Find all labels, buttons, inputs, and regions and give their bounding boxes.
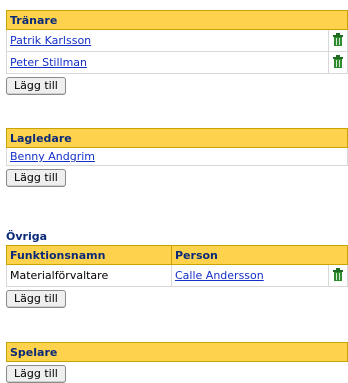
person-link[interactable]: Calle Andersson <box>175 269 264 282</box>
coaches-header: Tränare <box>6 10 348 30</box>
trash-icon[interactable] <box>332 267 344 284</box>
table-row: Benny Andgrim <box>6 147 348 166</box>
players-section: Spelare Lägg till <box>6 342 348 383</box>
add-player-button[interactable]: Lägg till <box>6 365 66 383</box>
players-table: Spelare <box>6 342 348 362</box>
function-name: Materialförvaltare <box>6 264 172 287</box>
table-row: Peter Stillman <box>6 51 348 74</box>
leaders-header: Lagledare <box>6 128 348 148</box>
trash-icon[interactable] <box>332 32 344 49</box>
coach-link[interactable]: Peter Stillman <box>10 56 87 69</box>
trash-icon[interactable] <box>332 54 344 71</box>
coach-link[interactable]: Patrik Karlsson <box>10 34 91 47</box>
table-row: Materialförvaltare Calle Andersson <box>6 264 348 287</box>
coaches-table: Tränare Patrik Karlsson Peter Stillman <box>6 10 348 74</box>
coaches-section: Tränare Patrik Karlsson Peter Stillman L… <box>6 10 348 95</box>
others-title: Övriga <box>6 230 48 243</box>
others-table: Funktionsnamn Person Materialförvaltare … <box>6 245 348 287</box>
leaders-section: Lagledare Benny Andgrim Lägg till <box>6 128 348 187</box>
add-leader-button[interactable]: Lägg till <box>6 169 66 187</box>
add-coach-button[interactable]: Lägg till <box>6 77 66 95</box>
leaders-table: Lagledare Benny Andgrim <box>6 128 348 166</box>
others-section: Övriga Funktionsnamn Person Materialförv… <box>6 230 348 308</box>
table-row: Patrik Karlsson <box>6 29 348 52</box>
leader-link[interactable]: Benny Andgrim <box>10 150 95 163</box>
column-header-function: Funktionsnamn <box>6 245 172 265</box>
players-header: Spelare <box>6 342 348 362</box>
add-other-button[interactable]: Lägg till <box>6 290 66 308</box>
column-header-person: Person <box>171 245 348 265</box>
